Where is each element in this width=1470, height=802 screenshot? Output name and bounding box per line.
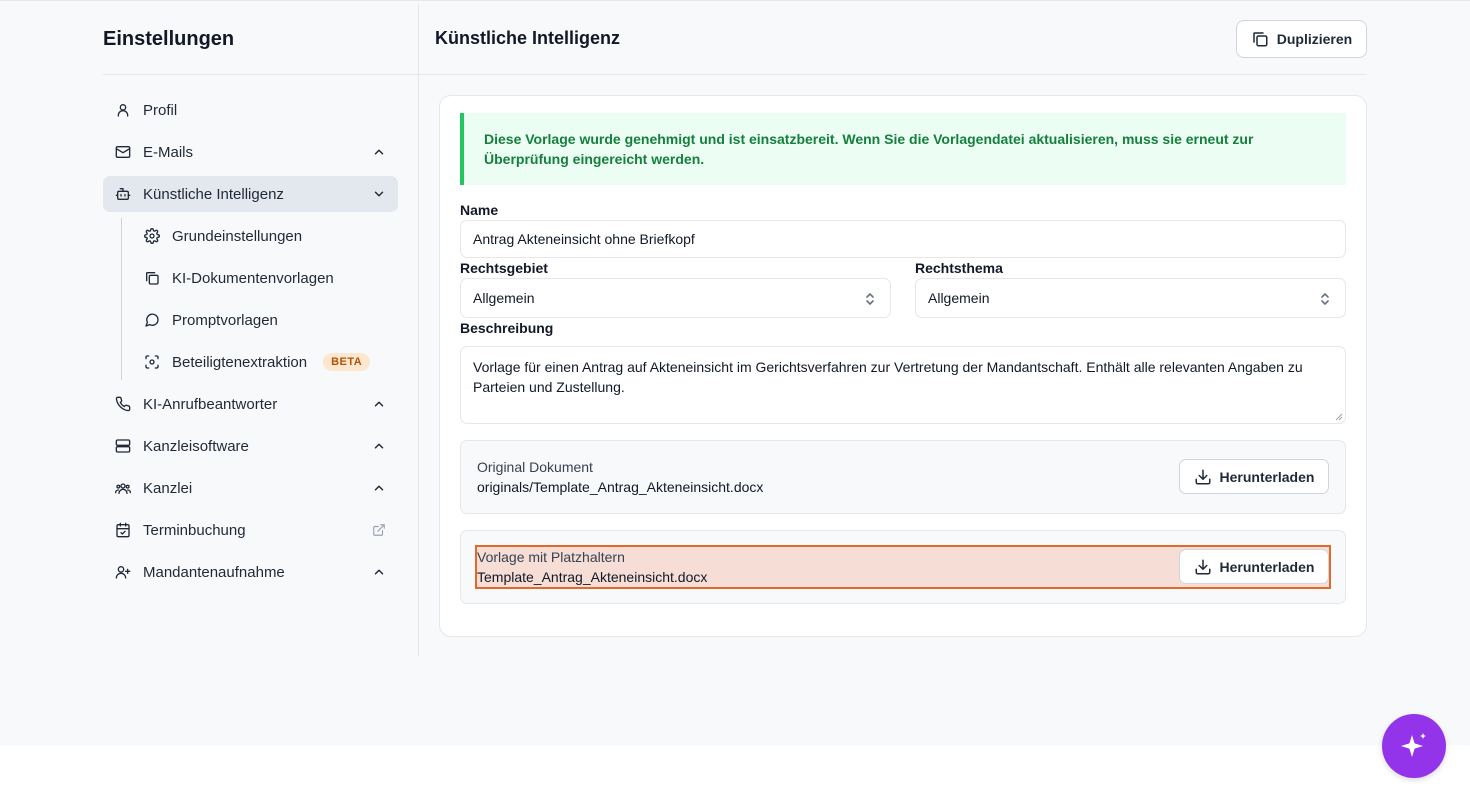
user-plus-icon	[115, 564, 131, 580]
download-icon	[1195, 559, 1211, 574]
sidebar-item-label: KI-Anrufbeantworter	[143, 395, 278, 413]
beschreibung-value: Vorlage für einen Antrag auf Akteneinsic…	[473, 359, 1303, 395]
rechtsthema-select[interactable]: Allgemein	[915, 278, 1346, 318]
download-original-button[interactable]: Herunterladen	[1179, 459, 1329, 494]
chevron-up-icon	[374, 485, 384, 491]
mail-icon	[115, 144, 131, 160]
rechtsthema-value: Allgemein	[928, 290, 990, 306]
download-label: Herunterladen	[1219, 468, 1315, 485]
template-card: Diese Vorlage wurde genehmigt und ist ei…	[439, 95, 1367, 637]
rechtsthema-label: Rechtsthema	[915, 260, 1003, 276]
download-template-button[interactable]: Herunterladen	[1179, 549, 1329, 584]
user-icon	[115, 102, 131, 118]
chevrons-up-down-icon	[866, 293, 874, 305]
rechtsgebiet-select[interactable]: Allgemein	[460, 278, 891, 318]
settings-sidebar: Einstellungen Profil E-Mails Künstliche …	[103, 4, 419, 656]
sidebar-item-kanzlei[interactable]: Kanzlei	[103, 470, 398, 506]
external-link-icon	[373, 524, 385, 536]
beta-badge: BETA	[323, 353, 371, 371]
sidebar-item-label: Kanzleisoftware	[143, 437, 249, 455]
chevron-up-icon	[374, 569, 384, 575]
phone-icon	[115, 396, 131, 412]
sidebar-item-label: E-Mails	[143, 143, 194, 161]
sidebar-item-terminbuchung[interactable]: Terminbuchung	[103, 512, 398, 548]
name-input[interactable]: Antrag Akteneinsicht ohne Briefkopf	[460, 220, 1346, 258]
sidebar-title: Einstellungen	[103, 4, 418, 75]
sparkle-icon	[1401, 733, 1426, 757]
original-document-box: Original Dokument originals/Template_Ant…	[460, 440, 1346, 514]
users-icon	[115, 480, 131, 496]
beschreibung-label: Beschreibung	[460, 320, 554, 336]
sidebar-item-label: KI-Dokumentenvorlagen	[172, 269, 334, 287]
name-label: Name	[460, 202, 499, 218]
duplicate-label: Duplizieren	[1276, 31, 1353, 47]
copy-icon	[144, 270, 160, 286]
sidebar-item-label: Grundeinstellungen	[172, 227, 303, 245]
sidebar-item-kanzleisoftware[interactable]: Kanzleisoftware	[103, 428, 398, 464]
chevron-up-icon	[374, 443, 384, 449]
sidebar-item-label: Profil	[143, 101, 178, 119]
sidebar-nav: Profil E-Mails Künstliche Intelligenz Gr…	[103, 92, 398, 596]
sidebar-item-beteiligtenextraktion[interactable]: Beteiligtenextraktion BETA	[144, 344, 398, 380]
chevron-up-icon	[374, 149, 384, 155]
bot-icon	[115, 186, 131, 202]
sidebar-item-mandantenaufnahme[interactable]: Mandantenaufnahme	[103, 554, 398, 590]
original-document-title: Original Dokument	[477, 459, 593, 475]
template-document-box: Vorlage mit Platzhaltern Template_Antrag…	[460, 530, 1346, 604]
gear-icon	[144, 228, 160, 244]
sidebar-item-label: Mandantenaufnahme	[143, 563, 285, 581]
download-icon	[1195, 469, 1211, 484]
sidebar-item-e-mails[interactable]: E-Mails	[103, 134, 398, 170]
page-title: Künstliche Intelligenz	[435, 28, 621, 48]
template-document-filename: Template_Antrag_Akteneinsicht.docx	[477, 569, 708, 585]
copy-icon	[1253, 32, 1268, 47]
sidebar-item-ki-anrufbeantworter[interactable]: KI-Anrufbeantworter	[103, 386, 398, 422]
sidebar-item-label: Künstliche Intelligenz	[143, 185, 284, 203]
rechtsgebiet-label: Rechtsgebiet	[460, 260, 548, 276]
resize-handle-icon[interactable]	[1335, 413, 1343, 421]
ai-assistant-button[interactable]	[1382, 714, 1446, 778]
beschreibung-textarea[interactable]: Vorlage für einen Antrag auf Akteneinsic…	[460, 346, 1346, 424]
header-divider	[419, 74, 1367, 75]
sidebar-item-label: Beteiligtenextraktion	[172, 353, 308, 371]
chevron-down-icon	[374, 191, 384, 197]
rechtsgebiet-value: Allgemein	[473, 290, 535, 306]
sidebar-item-label: Kanzlei	[143, 479, 193, 497]
sidebar-item-ki-dokumentenvorlagen[interactable]: KI-Dokumentenvorlagen	[144, 260, 398, 296]
sidebar-item-profil[interactable]: Profil	[103, 92, 398, 128]
message-circle-icon	[144, 312, 160, 328]
sidebar-item-label: Terminbuchung	[143, 521, 246, 539]
scan-face-icon	[144, 354, 160, 370]
sidebar-item-kuenstliche-intelligenz[interactable]: Künstliche Intelligenz	[103, 176, 398, 212]
approval-alert: Diese Vorlage wurde genehmigt und ist ei…	[460, 113, 1346, 185]
template-document-title: Vorlage mit Platzhaltern	[477, 549, 625, 565]
chevron-up-icon	[374, 401, 384, 407]
original-document-filename: originals/Template_Antrag_Akteneinsicht.…	[477, 479, 764, 495]
download-label: Herunterladen	[1219, 558, 1315, 575]
server-icon	[115, 438, 131, 454]
chevrons-up-down-icon	[1321, 293, 1329, 305]
calendar-check-icon	[115, 522, 131, 538]
sidebar-item-label: Promptvorlagen	[172, 311, 278, 329]
sidebar-item-grundeinstellungen[interactable]: Grundeinstellungen	[144, 218, 398, 254]
ki-submenu: Grundeinstellungen KI-Dokumentenvorlagen…	[121, 218, 398, 380]
duplicate-button[interactable]: Duplizieren	[1236, 20, 1367, 58]
sidebar-item-promptvorlagen[interactable]: Promptvorlagen	[144, 302, 398, 338]
